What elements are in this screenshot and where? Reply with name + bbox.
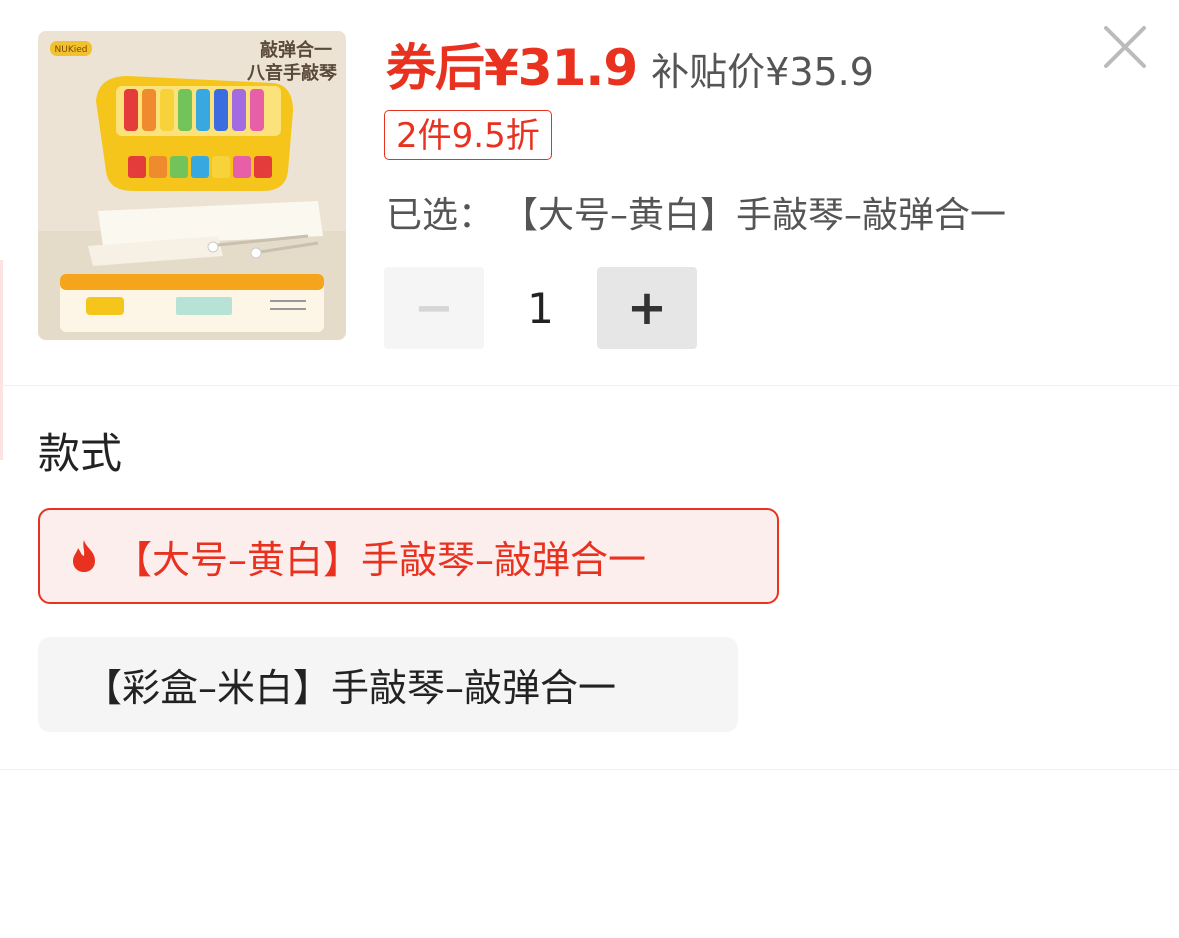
- quantity-stepper: − 1 +: [384, 267, 697, 349]
- variant-option-giftbox-beige[interactable]: 【彩盒–米白】手敲琴–敲弹合一: [38, 637, 738, 732]
- variant-option-large-yellow[interactable]: 【大号–黄白】手敲琴–敲弹合一: [38, 508, 779, 604]
- variant-section-title: 款式: [38, 429, 123, 478]
- image-headline-2: 八音手敲琴: [247, 62, 337, 84]
- discount-badge: 2件9.5折: [384, 110, 552, 160]
- selected-label: 已选：: [386, 195, 495, 236]
- variant-option-label: 【彩盒–米白】手敲琴–敲弹合一: [84, 666, 617, 710]
- coupon-price: 券后¥31.9: [386, 39, 638, 97]
- price-row: 券后¥31.9 补贴价¥35.9: [386, 28, 874, 98]
- left-edge-accent: [0, 260, 3, 460]
- selected-variant-summary: 已选： 【大号–黄白】手敲琴–敲弹合一: [386, 186, 1006, 238]
- decrease-quantity-button[interactable]: −: [384, 267, 484, 349]
- quantity-value[interactable]: 1: [484, 284, 597, 333]
- product-image: NUKied 敲弹合一 八音手敲琴: [38, 31, 346, 340]
- selected-value: 【大号–黄白】手敲琴–敲弹合一: [502, 195, 1007, 236]
- variant-option-label: 【大号–黄白】手敲琴–敲弹合一: [114, 537, 647, 582]
- close-button[interactable]: [1102, 24, 1148, 70]
- image-headline-1: 敲弹合一: [260, 39, 332, 61]
- section-divider: [0, 769, 1179, 770]
- close-icon: [1104, 26, 1146, 68]
- section-divider: [0, 385, 1179, 386]
- increase-quantity-button[interactable]: +: [597, 267, 697, 349]
- subsidy-price: 补贴价¥35.9: [651, 50, 874, 94]
- product-thumbnail[interactable]: NUKied 敲弹合一 八音手敲琴: [38, 31, 346, 340]
- flame-icon: [73, 540, 95, 572]
- brand-text: NUKied: [55, 45, 88, 55]
